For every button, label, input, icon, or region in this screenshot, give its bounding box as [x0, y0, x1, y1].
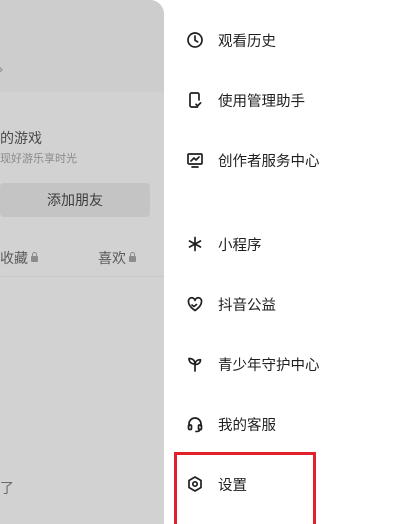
menu-item-customer-service[interactable]: 我的客服 [186, 408, 276, 440]
menu-item-label: 创作者服务中心 [218, 153, 320, 170]
heart-hands-icon [186, 295, 204, 313]
add-friend-button[interactable]: 添加朋友 [0, 183, 150, 217]
lock-icon [31, 252, 38, 262]
menu-item-mini-programs[interactable]: 小程序 [186, 228, 262, 260]
menu-item-label: 观看历史 [218, 33, 276, 50]
asterisk-icon [186, 235, 204, 253]
menu-item-label: 使用管理助手 [218, 93, 305, 110]
partial-text: 了 [0, 481, 14, 497]
sprout-icon [186, 355, 204, 373]
settings-highlight-box [174, 452, 316, 524]
tab-favorites[interactable]: 收藏 [0, 248, 38, 268]
tab-likes[interactable]: 喜欢 [98, 248, 136, 268]
game-section-title: 的游戏 [0, 131, 42, 147]
menu-item-label: 青少年守护中心 [218, 357, 320, 374]
menu-item-creator-center[interactable]: 创作者服务中心 [186, 144, 320, 176]
phone-check-icon [186, 91, 204, 109]
menu-item-label: 我的客服 [218, 417, 276, 434]
tab-likes-label: 喜欢 [98, 251, 126, 267]
menu-item-youth-protection[interactable]: 青少年守护中心 [186, 348, 320, 380]
side-drawer-menu: 观看历史 使用管理助手 创作者服务中心 小程序 抖音公益 青少年守护中心 我的客… [164, 0, 400, 524]
screen: › 的游戏 现好游乐享时光 添加朋友 收藏 喜欢 了 观看历史 使用管理助手 [0, 0, 400, 524]
menu-item-label: 小程序 [218, 237, 262, 254]
clock-icon [186, 31, 204, 49]
tab-divider [0, 276, 164, 277]
lock-icon [129, 252, 136, 262]
profile-header-area [0, 0, 164, 92]
chevron-right-icon: › [0, 62, 4, 78]
menu-item-label: 抖音公益 [218, 297, 276, 314]
headset-icon [186, 415, 204, 433]
chart-monitor-icon [186, 151, 204, 169]
game-section-subtitle: 现好游乐享时光 [0, 152, 77, 165]
menu-item-usage-assistant[interactable]: 使用管理助手 [186, 84, 305, 116]
tab-favorites-label: 收藏 [0, 251, 28, 267]
menu-item-watch-history[interactable]: 观看历史 [186, 24, 276, 56]
menu-item-charity[interactable]: 抖音公益 [186, 288, 276, 320]
dimmed-profile-page[interactable]: › 的游戏 现好游乐享时光 添加朋友 收藏 喜欢 了 [0, 0, 164, 524]
